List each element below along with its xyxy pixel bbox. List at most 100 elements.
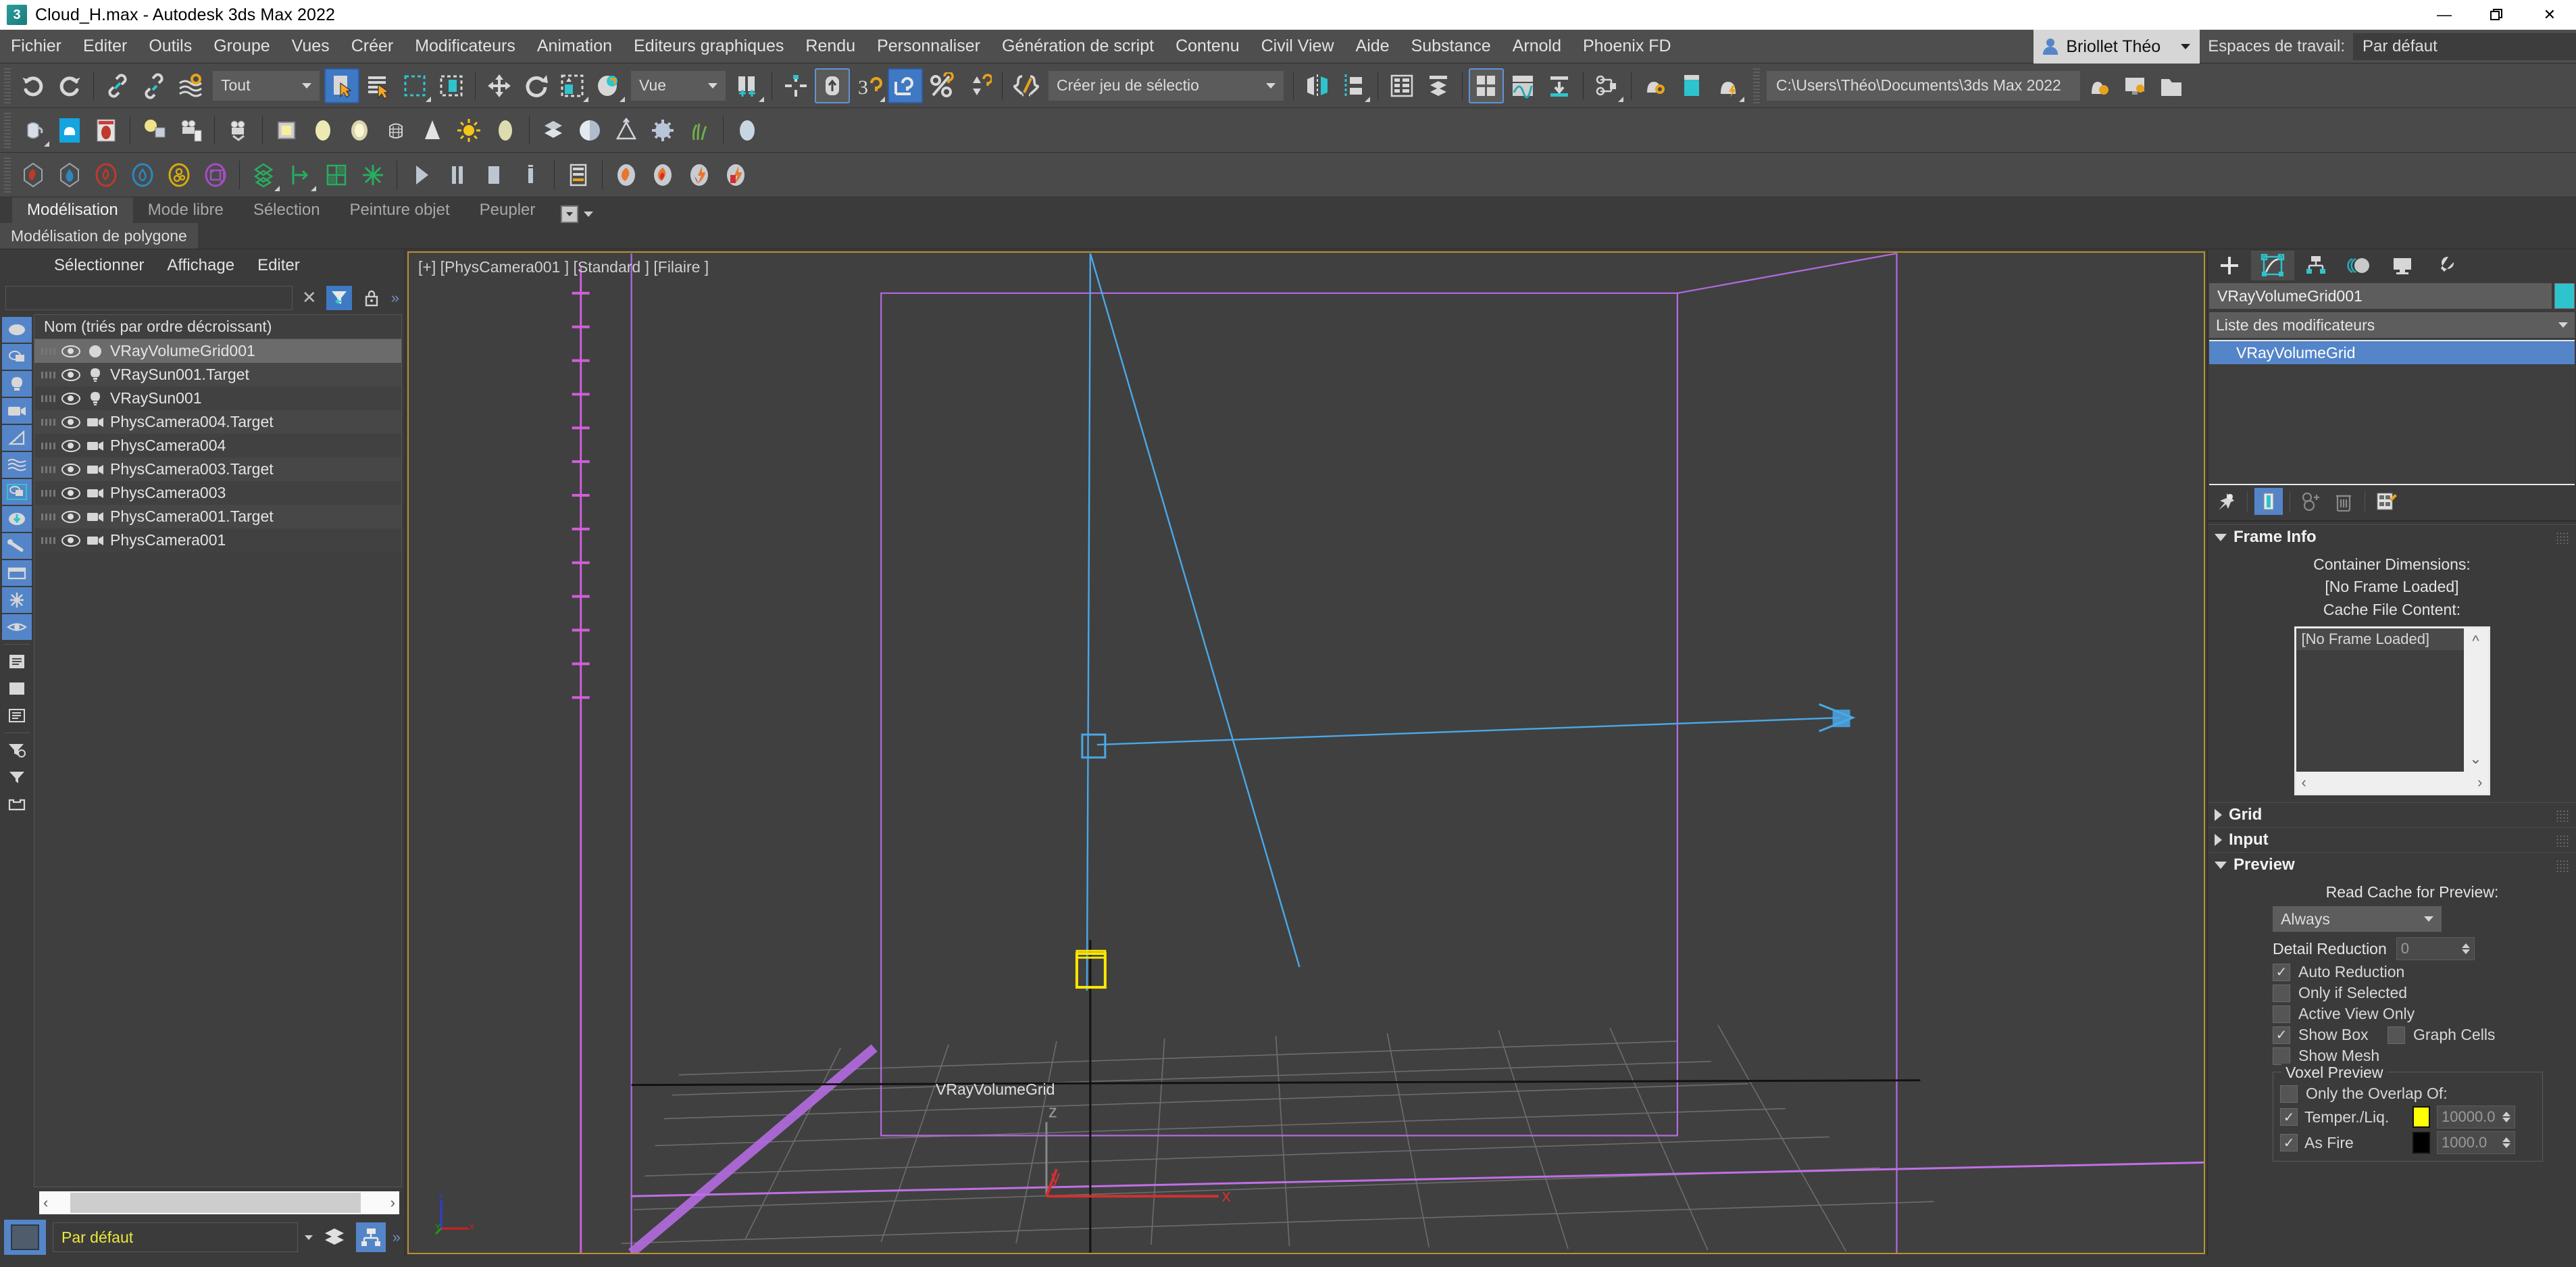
viewport-label[interactable]: [+] [PhysCamera001 ] [Standard ] [Filair… [418, 258, 709, 276]
spinner-arrows-icon[interactable] [2502, 1112, 2510, 1123]
vray-mesh-light-button[interactable] [378, 113, 413, 148]
display-tab[interactable] [2381, 251, 2424, 280]
list-item[interactable]: VRaySun001.Target [34, 363, 401, 387]
undo-button[interactable] [16, 68, 51, 103]
bind-to-space-warp-button[interactable] [173, 68, 208, 103]
cache-list-item[interactable]: [No Frame Loaded] [2296, 628, 2464, 651]
show-end-result-button[interactable] [2254, 488, 2283, 515]
list-item[interactable]: PhysCamera003 [34, 481, 401, 505]
checkbox-show-mesh[interactable]: Show Mesh [2273, 1047, 2569, 1065]
checkbox-only-the-overlap-of[interactable]: Only the Overlap Of: [2280, 1085, 2535, 1103]
filter-shapes-button[interactable] [2, 344, 32, 370]
schematic-view-button[interactable] [1590, 68, 1625, 103]
motion-tab[interactable] [2338, 251, 2381, 280]
visibility-eye-icon[interactable] [61, 463, 80, 476]
cache-list-vertical-scrollbar[interactable]: ^ ⌄ [2463, 628, 2488, 772]
menu-fichier[interactable]: Fichier [0, 30, 72, 64]
phoenix-liquid-sim-button[interactable] [52, 157, 87, 193]
cache-list-horizontal-scrollbar[interactable]: ‹ › [2296, 772, 2488, 794]
project-folder-dropdown[interactable]: C:\Users\Théo\Documents\3ds Max 2022 [1767, 70, 2080, 101]
restore-button[interactable] [2471, 0, 2523, 30]
ribbon-options-button[interactable] [550, 205, 604, 223]
visibility-eye-icon[interactable] [61, 392, 80, 405]
spinner-arrows-icon[interactable] [2502, 1137, 2510, 1149]
vray-ies-light-button[interactable] [415, 113, 450, 148]
explorer-menu-selectionner[interactable]: Sélectionner [54, 256, 144, 275]
visibility-eye-icon[interactable] [61, 368, 80, 381]
modifier-stack[interactable]: VRayVolumeGrid [2209, 340, 2575, 485]
checkbox-auto-reduction[interactable]: ✓ Auto Reduction [2273, 963, 2569, 981]
filter-lights-button[interactable] [2, 371, 32, 397]
checkbox-icon[interactable] [2280, 1085, 2298, 1103]
basic-filter-button[interactable] [2, 764, 32, 790]
scroll-down-icon[interactable]: ⌄ [2469, 750, 2481, 768]
rollout-header-frame-info[interactable]: Frame Info [2208, 525, 2576, 549]
visibility-eye-icon[interactable] [61, 439, 80, 452]
filter-none-button[interactable] [2, 676, 32, 701]
menu-vues[interactable]: Vues [281, 30, 340, 64]
checkbox-icon[interactable] [2273, 1047, 2290, 1065]
close-button[interactable]: ✕ [2523, 0, 2576, 30]
active-shade-button[interactable] [2117, 68, 2152, 103]
create-tab[interactable] [2208, 251, 2251, 280]
menu-arnold[interactable]: Arnold [1502, 30, 1572, 64]
vray-cloud-button[interactable] [52, 113, 87, 148]
checkbox-icon[interactable]: ✓ [2273, 963, 2290, 981]
rectangular-selection-region-button[interactable] [397, 68, 432, 103]
vray-clipper-button[interactable] [572, 113, 607, 148]
edit-named-selection-sets-button[interactable] [1009, 68, 1044, 103]
spinner-arrows-icon[interactable] [2461, 943, 2470, 955]
detail-reduction-spinner[interactable]: 0 [2396, 937, 2475, 961]
toolbar-grip[interactable] [1753, 68, 1760, 103]
open-explorer-button[interactable] [2154, 68, 2189, 103]
visibility-eye-icon[interactable] [61, 416, 80, 428]
menu-editer[interactable]: Editer [72, 30, 138, 64]
menu-civil-view[interactable]: Civil View [1251, 30, 1345, 64]
viewport[interactable]: [+] [PhysCamera001 ] [Standard ] [Filair… [407, 251, 2205, 1254]
phoenix-preset-candle-button[interactable] [718, 157, 753, 193]
object-name-field[interactable]: VRayVolumeGrid001 [2209, 283, 2552, 309]
voxel-value-spinner[interactable]: 10000.0 [2437, 1105, 2515, 1129]
configure-modifier-sets-button[interactable] [2372, 488, 2400, 515]
lock-selection-button[interactable] [359, 286, 384, 310]
color-swatch[interactable] [2413, 1106, 2430, 1128]
expand-layer-toolbar-icon[interactable]: » [393, 1228, 401, 1246]
checkbox-icon[interactable]: ✓ [2280, 1134, 2298, 1152]
menu-animation[interactable]: Animation [526, 30, 623, 64]
select-and-move-button[interactable] [482, 68, 517, 103]
toggle-layer-explorer-button[interactable] [1421, 68, 1456, 103]
toolbar-grip[interactable] [4, 68, 11, 103]
menu-contenu[interactable]: Contenu [1165, 30, 1251, 64]
angle-snap-degrees-button[interactable] [888, 68, 923, 103]
selection-filter-dropdown[interactable]: Tout [213, 70, 320, 101]
filter-cameras-button[interactable] [2, 398, 32, 424]
vray-ambient-light-button[interactable] [488, 113, 523, 148]
vray-sphere-light-button[interactable] [305, 113, 340, 148]
vray-displacement-button[interactable] [609, 113, 644, 148]
list-item[interactable]: PhysCamera003.Target [34, 457, 401, 481]
toggle-scene-explorer-button[interactable] [1384, 68, 1419, 103]
scene-tree-button[interactable] [355, 1222, 386, 1252]
workspace-selector[interactable]: Par défaut [2353, 33, 2576, 60]
search-input[interactable] [5, 286, 293, 310]
user-account-button[interactable]: Briollet Théo [2034, 30, 2200, 64]
phoenix-fire-source-button[interactable] [89, 157, 124, 193]
viewport-layout-button[interactable] [4, 1220, 46, 1255]
mirror-button[interactable] [1300, 68, 1335, 103]
pin-stack-button[interactable] [2212, 488, 2240, 515]
filter-xrefs-button[interactable] [2, 506, 32, 532]
menu-groupe[interactable]: Groupe [203, 30, 280, 64]
phoenix-stop-simulation-button[interactable] [476, 157, 511, 193]
filter-helpers-button[interactable] [2, 425, 32, 451]
ribbon-tab-mode-libre[interactable]: Mode libre [133, 197, 238, 223]
phoenix-particle-shader-button[interactable] [355, 157, 390, 193]
filter-toggle-button[interactable] [326, 286, 352, 310]
checkbox-icon[interactable]: ✓ [2280, 1108, 2298, 1126]
percent-snap-toggle-button[interactable]: 3 [851, 68, 886, 103]
filter-list-button[interactable] [2, 703, 32, 728]
list-item[interactable]: VRayVolumeGrid001 [34, 339, 401, 363]
select-by-name-button[interactable] [361, 68, 396, 103]
use-pivot-center-button[interactable] [730, 68, 765, 103]
curve-editor-button[interactable] [1505, 68, 1540, 103]
vray-dome-light-button[interactable] [342, 113, 377, 148]
